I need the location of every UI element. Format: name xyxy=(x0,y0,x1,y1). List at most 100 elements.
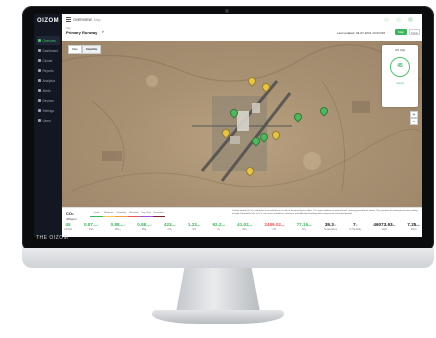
sidebar-item-overview[interactable]: Overview xyxy=(36,36,60,45)
sidebar-item-label: Users xyxy=(42,118,51,123)
metric-value-group: 46073.93lux xyxy=(373,222,395,227)
pollutant-value: 405ppm xyxy=(66,217,77,221)
sidebar-item-alerts[interactable]: Alerts xyxy=(36,86,60,95)
metric-label: NO₂ xyxy=(242,227,247,231)
metric-label: Temperature xyxy=(323,227,338,231)
sidebar-item-analytics[interactable]: Analytics xyxy=(36,76,60,85)
metric-unit: ppb xyxy=(196,225,201,227)
nav-icon xyxy=(38,69,41,72)
sidebar-item-label: Analytics xyxy=(42,78,56,83)
metric-value: 1.23 xyxy=(187,222,197,227)
aqi-title: US AQI xyxy=(394,48,405,52)
pollutant-description: Carbon dioxide (CO₂) contributes to air … xyxy=(232,210,418,215)
metric-value-group: 1.23ppb xyxy=(188,222,201,227)
metric-label: O₃ xyxy=(217,227,221,231)
metric-value: 45 xyxy=(65,222,71,227)
zoom-in-button[interactable]: + xyxy=(410,111,418,118)
metric-unit: ppb xyxy=(221,225,226,227)
sidebar-item-cluster[interactable]: Cluster xyxy=(36,56,60,65)
metric-value: 77.16 xyxy=(296,222,309,227)
metric-value-group: 0.87μg/m³ xyxy=(84,222,99,227)
metric-label: PM₁₀ xyxy=(141,227,148,231)
monitor-stand-foot xyxy=(152,310,284,324)
scale-segment: Moderate xyxy=(102,212,115,217)
sidebar-item-label: Cluster xyxy=(42,58,53,63)
metric-label: % Humidity xyxy=(349,227,362,231)
scale-segment: Hazardous xyxy=(152,212,165,217)
page-subtitle: Map xyxy=(93,17,101,22)
nav-icon xyxy=(38,39,41,42)
zoom-controls: + − xyxy=(410,111,418,125)
satellite-map[interactable]: Map Satellite US AQI 45 Good + − xyxy=(62,41,422,207)
metric-value: 0.87 xyxy=(84,222,93,227)
nav-icon xyxy=(38,119,41,122)
menu-icon[interactable] xyxy=(66,17,71,22)
tab-satellite[interactable]: Satellite xyxy=(81,45,102,54)
metric-label: PM₁ xyxy=(89,227,94,231)
sidebar-item-label: Dashboard xyxy=(42,48,59,53)
metric-value: 39.3 xyxy=(324,222,334,227)
zoom-out-button[interactable]: − xyxy=(410,118,418,125)
aqi-scale: Good Moderate Unhealthy Unhealthy Very Unhl.… xyxy=(90,212,165,217)
metric-value-group: 7.25m/s xyxy=(407,222,419,227)
nav-icon xyxy=(38,89,41,92)
metric-label: CO₂ xyxy=(167,227,173,231)
metric-value: 7.25 xyxy=(407,222,417,227)
nav-icon xyxy=(38,109,41,112)
metric-value-group: 39.3°C xyxy=(325,222,336,227)
sidebar-item-devices[interactable]: Devices xyxy=(36,96,60,105)
metric-value: 0.88 xyxy=(137,222,147,227)
sidebar-item-users[interactable]: Users xyxy=(36,116,60,125)
chevron-down-icon[interactable]: ▾ xyxy=(102,30,104,34)
scale-segment: Unhealthy xyxy=(127,212,140,217)
bezel-brand-strip: THE OIZOM xyxy=(22,232,434,248)
app-logo: OIZOM xyxy=(37,18,60,24)
scale-segment: Good xyxy=(90,212,103,217)
metric-unit: ppb xyxy=(308,225,312,227)
sidebar-item-reports[interactable]: Reports xyxy=(36,66,60,75)
metric-value-group: 423ppm xyxy=(164,222,176,227)
scale-segment: Unhealthy xyxy=(115,212,128,217)
last-updated-text: Last updated: 04-07-2021 13:04 PM xyxy=(337,31,386,35)
page-title-text: OVERVIEW xyxy=(73,17,92,22)
sidebar-item-label: Settings xyxy=(42,108,55,113)
metric-unit: m/s xyxy=(416,225,420,227)
metric-unit: ppb xyxy=(280,225,285,227)
page-title: OVERVIEW Map xyxy=(66,17,101,22)
user-avatar-icon[interactable] xyxy=(408,16,413,22)
app-screen: OIZOM Overview Dashboard Cluster Reports Ana… xyxy=(34,14,422,237)
metric-label: SO₂ xyxy=(302,227,307,231)
metric-value-group: 0.88μg/m³ xyxy=(137,222,152,227)
nav-icon xyxy=(38,59,41,62)
map-terrain xyxy=(62,44,422,192)
notification-icon[interactable] xyxy=(396,16,401,22)
nav-icon xyxy=(38,79,41,82)
aqi-value: 45 xyxy=(397,63,403,69)
site-select[interactable]: Primary Runway xyxy=(66,30,97,35)
nav-icon xyxy=(38,49,41,52)
metric-label: NO xyxy=(272,227,277,231)
sidebar-item-settings[interactable]: Settings xyxy=(36,106,60,115)
bezel-brand: THE OIZOM xyxy=(36,235,69,241)
metric-value-group: 2489.02ppb xyxy=(264,222,284,227)
metric-value-group: 7% xyxy=(353,222,358,227)
metric-label: Wind xyxy=(410,227,417,231)
camera-icon xyxy=(225,9,229,13)
metric-value: 41.02 xyxy=(237,222,249,227)
pollutant-name: CO₂ xyxy=(66,211,74,216)
download-icon[interactable] xyxy=(384,16,389,22)
metric-unit: ppb xyxy=(248,225,253,227)
sidebar-item-label: Devices xyxy=(42,98,54,103)
metric-label: US AQI xyxy=(64,227,72,231)
metric-unit: ppm xyxy=(171,225,176,227)
nav-icon xyxy=(38,99,41,102)
map-view-button[interactable]: Map xyxy=(395,29,407,35)
metric-value-group: 41.02ppb xyxy=(237,222,252,227)
tab-map[interactable]: Map xyxy=(68,45,82,54)
metric-value: 46073.93 xyxy=(373,222,393,227)
sidebar: OIZOM Overview Dashboard Cluster Reports Ana… xyxy=(34,14,62,237)
sidebar-item-dashboard[interactable]: Dashboard xyxy=(36,46,60,55)
metric-label: CO xyxy=(192,227,196,231)
table-view-button[interactable]: Table xyxy=(409,29,420,35)
metric-value: 2489.02 xyxy=(264,222,281,227)
